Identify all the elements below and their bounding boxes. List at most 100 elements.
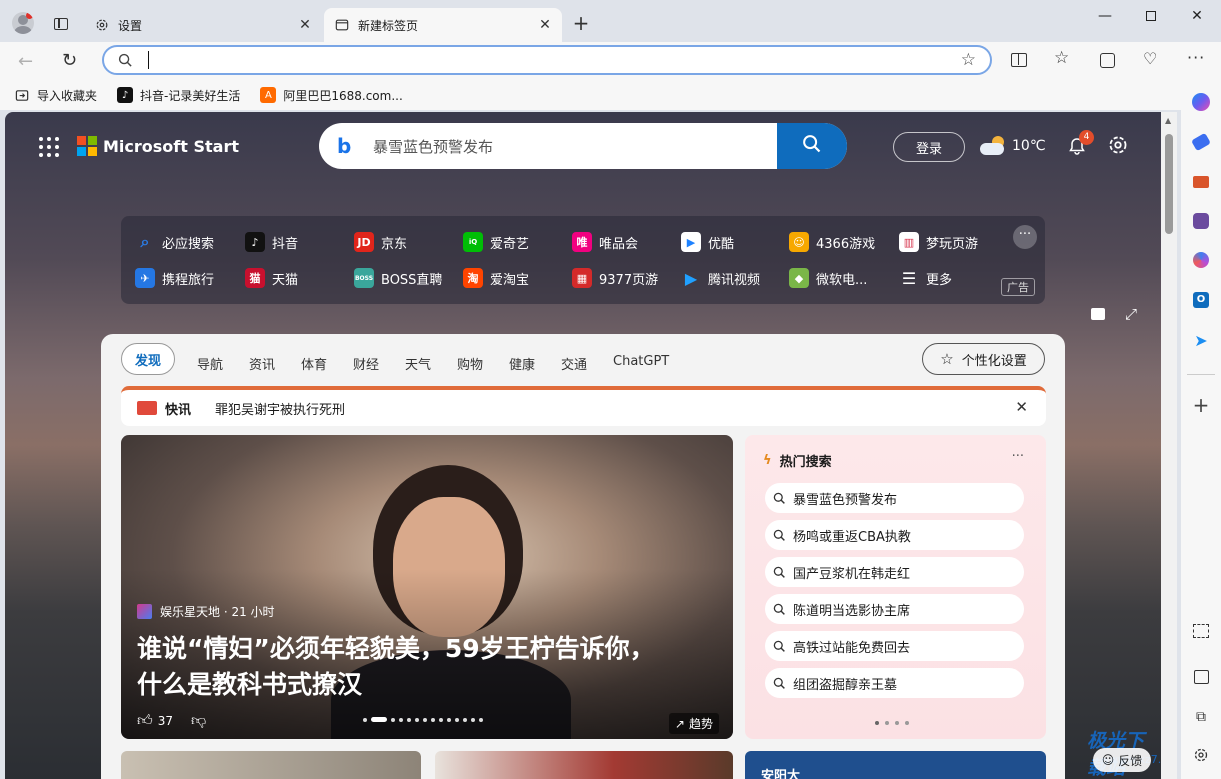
article-card-blue[interactable]: 安阳大 bbox=[745, 751, 1046, 779]
address-bar[interactable]: ☆ bbox=[102, 45, 992, 75]
quick-link-9377[interactable]: ▦ 9377页游 bbox=[572, 268, 658, 288]
address-input[interactable] bbox=[148, 51, 149, 69]
article-card-thumbnail[interactable] bbox=[121, 751, 421, 779]
page-scrollbar[interactable]: ▲ bbox=[1161, 112, 1177, 779]
microsoft-store-icon: ◆ bbox=[789, 268, 809, 288]
shopping-tag-icon[interactable] bbox=[1189, 130, 1213, 154]
favorites-icon[interactable]: ☆ bbox=[1054, 48, 1069, 68]
hot-search-pager[interactable] bbox=[875, 721, 909, 725]
quick-link-vip[interactable]: 唯唯品会 bbox=[572, 232, 638, 252]
tab-traffic[interactable]: 交通 bbox=[561, 354, 587, 373]
quick-links-more-icon[interactable]: ··· bbox=[1013, 225, 1037, 249]
close-icon[interactable]: ✕ bbox=[294, 14, 316, 36]
quick-link-4366[interactable]: ☺ 4366游戏 bbox=[789, 232, 875, 252]
like-button[interactable]: 👍︎ 37 bbox=[137, 711, 173, 730]
expand-icon[interactable]: ⤢ bbox=[1125, 305, 1137, 323]
apps-launcher-icon[interactable] bbox=[39, 137, 59, 157]
open-external-icon[interactable]: ⧉ bbox=[1189, 705, 1213, 729]
article-title[interactable]: 谁说“情妇”必须年轻貌美，59岁王柠告诉你， 什么是教科书式撩汉 bbox=[137, 631, 655, 703]
quick-link-iqiyi[interactable]: iQ 爱奇艺 bbox=[463, 232, 529, 252]
tab-actions-icon[interactable] bbox=[54, 18, 68, 30]
flash-headline[interactable]: 罪犯吴谢宇被执行死刑 bbox=[215, 399, 345, 418]
trending-badge[interactable]: ↗ 趋势 bbox=[668, 713, 719, 734]
hot-search-item[interactable]: 陈道明当选影协主席 bbox=[765, 594, 1024, 624]
refresh-icon[interactable]: ↻ bbox=[62, 50, 77, 71]
quick-link-youku[interactable]: ▶ 优酷 bbox=[681, 232, 734, 252]
quick-link-label: 天猫 bbox=[272, 272, 299, 288]
bookmark-douyin[interactable]: ♪ 抖音-记录美好生活 bbox=[117, 87, 240, 104]
sidebar-layout-icon[interactable] bbox=[1189, 665, 1213, 689]
more-menu-icon[interactable]: ··· bbox=[1187, 48, 1205, 67]
hot-search-item[interactable]: 国产豆浆机在韩走红 bbox=[765, 557, 1024, 587]
search-button[interactable] bbox=[777, 123, 847, 169]
sidebar-settings-icon[interactable] bbox=[1189, 743, 1213, 767]
microsoft365-icon[interactable] bbox=[1189, 248, 1213, 272]
page-settings-icon[interactable] bbox=[1107, 134, 1129, 160]
login-button[interactable]: 登录 bbox=[893, 132, 965, 162]
quick-link-microsoft-store[interactable]: ◆ 微软电... bbox=[789, 268, 867, 288]
tab-settings[interactable]: 设置 ✕ bbox=[84, 8, 322, 42]
personalize-button[interactable]: ☆ 个性化设置 bbox=[922, 343, 1045, 375]
quick-link-jd[interactable]: JD 京东 bbox=[354, 232, 407, 252]
back-arrow-icon[interactable]: ← bbox=[18, 51, 33, 72]
quick-link-bing[interactable]: ⌕ 必应搜索 bbox=[135, 232, 215, 252]
quick-link-taobao[interactable]: 淘爱淘宝 bbox=[463, 268, 529, 288]
bookmark-import-favorites[interactable]: 导入收藏夹 bbox=[14, 87, 97, 104]
tab-health[interactable]: 健康 bbox=[509, 354, 535, 373]
flash-news-bar[interactable]: 快讯 罪犯吴谢宇被执行死刑 ✕ bbox=[121, 386, 1046, 426]
quick-link-boss[interactable]: BOSS BOSS直聘 bbox=[354, 268, 442, 288]
collections-icon[interactable] bbox=[1100, 53, 1115, 68]
gear-icon bbox=[94, 17, 110, 33]
games-icon[interactable] bbox=[1189, 209, 1213, 233]
hot-search-item[interactable]: 暴雪蓝色预警发布 bbox=[765, 483, 1024, 513]
close-icon[interactable]: ✕ bbox=[1015, 398, 1028, 416]
telegram-send-icon[interactable]: ➤ bbox=[1189, 328, 1213, 352]
maximize-button[interactable] bbox=[1128, 0, 1174, 32]
hero-article-card[interactable]: 娱乐星天地 · 21 小时 谁说“情妇”必须年轻貌美，59岁王柠告诉你， 什么是… bbox=[121, 435, 733, 739]
tab-discover[interactable]: 发现 bbox=[121, 343, 175, 375]
add-sidebar-app-icon[interactable]: + bbox=[1189, 393, 1213, 417]
favorite-star-icon[interactable]: ☆ bbox=[961, 50, 976, 70]
quick-link-more[interactable]: ☰ 更多 bbox=[899, 268, 952, 288]
quick-link-tmall[interactable]: 猫天猫 bbox=[245, 268, 298, 288]
web-search-box[interactable]: b 暴雪蓝色预警发布 bbox=[319, 123, 847, 169]
tab-navigation[interactable]: 导航 bbox=[197, 354, 223, 373]
split-screen-icon[interactable] bbox=[1011, 53, 1027, 67]
new-tab-button[interactable]: + bbox=[570, 13, 592, 35]
browser-essentials-icon[interactable]: ♡ bbox=[1143, 49, 1157, 68]
weather-widget[interactable]: 10℃ bbox=[980, 136, 1046, 156]
article-card-thumbnail[interactable] bbox=[435, 751, 733, 779]
bookmark-alibaba[interactable]: A 阿里巴巴1688.com... bbox=[260, 87, 403, 104]
quick-link-ctrip[interactable]: ✈ 携程旅行 bbox=[135, 268, 214, 288]
carousel-dots[interactable] bbox=[363, 717, 483, 722]
tab-news[interactable]: 资讯 bbox=[249, 354, 275, 373]
tab-shopping[interactable]: 购物 bbox=[457, 354, 483, 373]
hot-search-item[interactable]: 杨鸣或重返CBA执教 bbox=[765, 520, 1024, 550]
copilot-icon[interactable] bbox=[1189, 90, 1213, 114]
tab-chatgpt[interactable]: ChatGPT bbox=[613, 354, 669, 369]
scroll-up-arrow[interactable]: ▲ bbox=[1165, 116, 1171, 125]
feedback-button[interactable]: ☺ 反馈 bbox=[1093, 748, 1151, 772]
profile-avatar[interactable] bbox=[12, 12, 34, 34]
tab-new-tab[interactable]: 新建标签页 ✕ bbox=[324, 8, 562, 42]
scrollbar-thumb[interactable] bbox=[1165, 134, 1173, 234]
quick-link-mengwan[interactable]: ▥ 梦玩页游 bbox=[899, 232, 978, 252]
close-window-button[interactable]: ✕ bbox=[1174, 0, 1220, 32]
tab-finance[interactable]: 财经 bbox=[353, 354, 379, 373]
tools-icon[interactable] bbox=[1189, 170, 1213, 194]
tab-sports[interactable]: 体育 bbox=[301, 354, 327, 373]
outlook-icon[interactable]: O bbox=[1189, 288, 1213, 312]
minimize-button[interactable]: — bbox=[1082, 0, 1128, 32]
microsoft-start-logo[interactable]: Microsoft Start bbox=[77, 136, 239, 156]
customize-background-icon[interactable] bbox=[1091, 308, 1105, 320]
screenshot-icon[interactable] bbox=[1189, 619, 1213, 643]
dislike-button[interactable]: 👎︎ bbox=[191, 711, 206, 730]
quick-link-tencent-video[interactable]: ▶ 腾讯视频 bbox=[681, 268, 760, 288]
hot-search-item[interactable]: 组团盗掘醇亲王墓 bbox=[765, 668, 1024, 698]
quick-link-douyin[interactable]: ♪ 抖音 bbox=[245, 232, 298, 252]
tab-weather[interactable]: 天气 bbox=[405, 354, 431, 373]
close-icon[interactable]: ✕ bbox=[534, 14, 556, 36]
notifications-bell[interactable]: 4 bbox=[1067, 130, 1094, 158]
hot-search-more-icon[interactable]: ··· bbox=[1012, 449, 1024, 464]
hot-search-item[interactable]: 高铁过站能免费回去 bbox=[765, 631, 1024, 661]
